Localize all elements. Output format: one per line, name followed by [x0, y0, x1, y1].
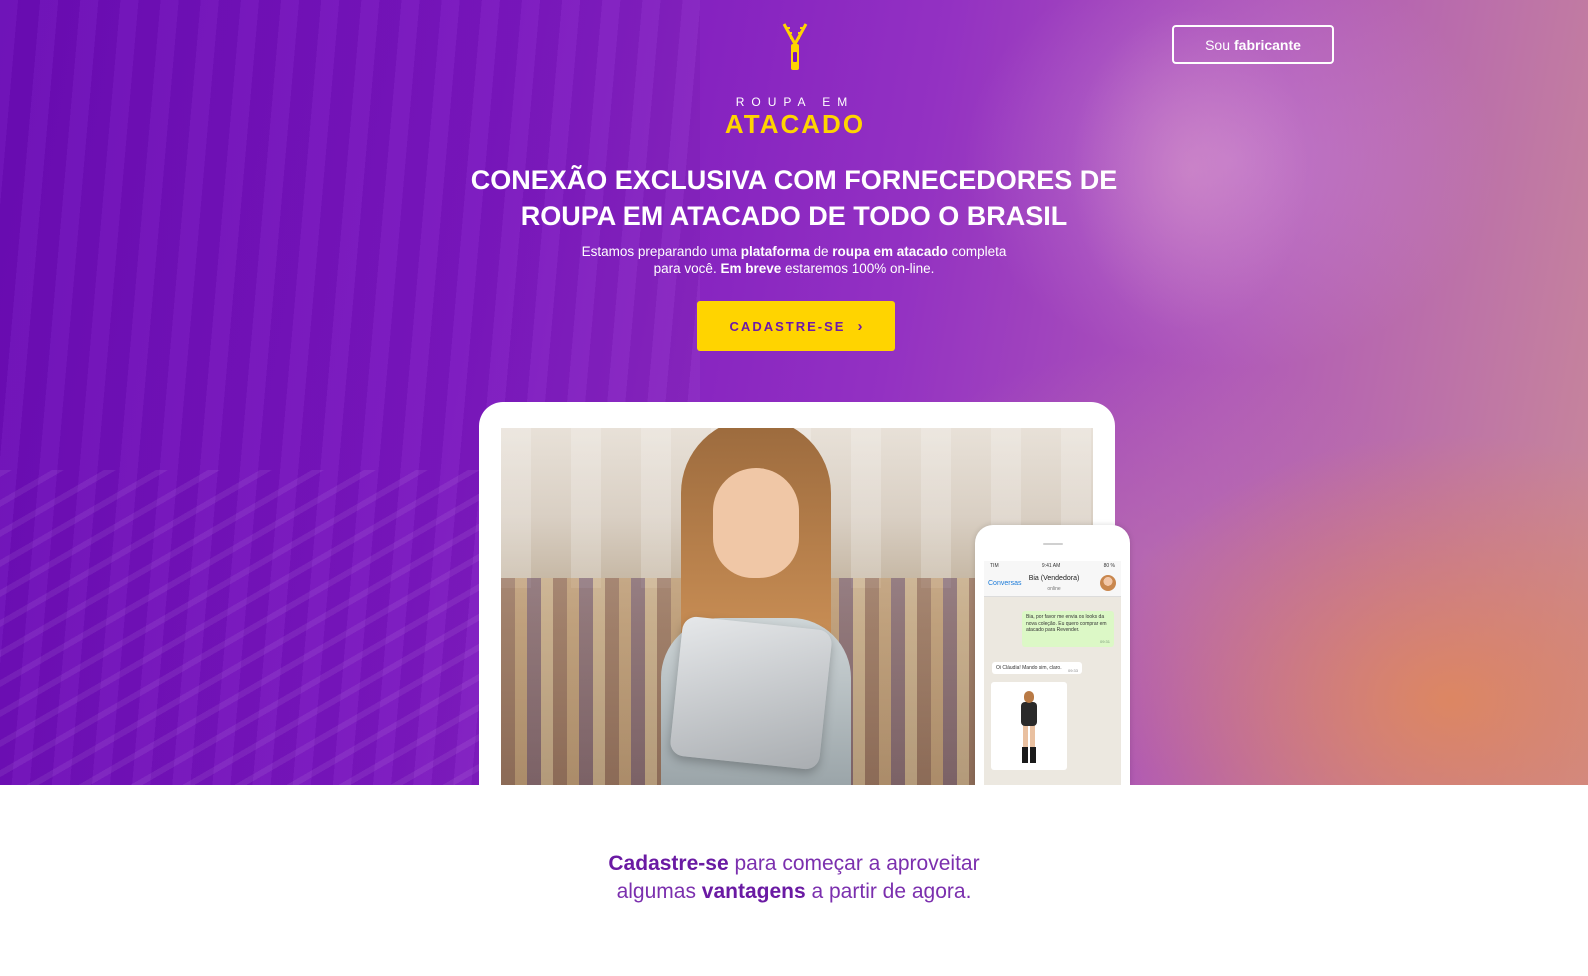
maker-button-bold: fabricante [1234, 36, 1301, 53]
incoming-message-time: 09:33 [1067, 668, 1078, 673]
headline-line-1: CONEXÃO EXCLUSIVA COM FORNECEDORES DE [400, 162, 1188, 198]
text-segment: Cadastre-se [608, 852, 729, 875]
outfit-photo [994, 685, 1064, 767]
benefits-intro-line-2: algumas vantagens a partir de agora. [494, 878, 1094, 906]
text-segment: ROUPA EM ATACADO [520, 201, 801, 231]
text-segment: Em breve [720, 261, 782, 276]
maker-button-prefix: Sou [1205, 36, 1230, 53]
text-segment: a partir de agora. [805, 880, 972, 903]
logo-top-text: ROUPA EM [735, 95, 855, 109]
model-face [713, 468, 799, 578]
text-segment: CONEXÃO [470, 165, 608, 195]
hangers-background [0, 470, 560, 785]
text-segment: DE [1072, 165, 1118, 195]
outgoing-message-text: Bia, por favor me envia os looks da nova… [1026, 614, 1107, 633]
hero-section: Sou fabricante ROUPA EM ATACADO CONEXÃO … [0, 0, 1588, 785]
chevron-right-icon: › [857, 317, 863, 335]
text-segment: para começar a aproveitar [728, 852, 980, 875]
text-segment: de [809, 244, 833, 259]
woman-with-tablet-photo [631, 428, 881, 785]
conversations-back-link: Conversas [988, 580, 1022, 587]
carrier-label: TIM [990, 563, 999, 569]
phone-mockup: TIM 9:41 AM 80 % Conversas Bia (Vendedor… [975, 525, 1130, 785]
subtitle: Estamos preparando uma plataforma de rou… [540, 243, 1048, 277]
text-segment: completa [947, 244, 1007, 259]
zipper-icon [782, 23, 808, 70]
phone-status-bar: TIM 9:41 AM 80 % [984, 561, 1121, 571]
chat-header: Conversas Bia (Vendedora) online [984, 571, 1121, 597]
text-segment: para você. [653, 261, 721, 276]
figure-head [1024, 691, 1034, 703]
outgoing-message: Bia, por favor me envia os looks da nova… [1022, 611, 1114, 647]
chat-screen: TIM 9:41 AM 80 % Conversas Bia (Vendedor… [984, 561, 1121, 785]
text-segment: algumas [616, 880, 702, 903]
contact-name: Bia (Vendedora) [1028, 575, 1080, 582]
text-segment: roupa em atacado [832, 244, 948, 259]
benefits-intro-line-1: Cadastre-se para começar a aproveitar [494, 850, 1094, 878]
text-segment: Estamos preparando uma [581, 244, 741, 259]
benefits-intro: Cadastre-se para começar a aproveitar al… [494, 850, 1094, 906]
signup-button-label: CADASTRE-SE [729, 318, 846, 334]
phone-speaker [1043, 543, 1063, 545]
outgoing-message-time: 09:31 [1099, 638, 1110, 644]
text-segment: BRASIL [966, 201, 1068, 231]
signup-button[interactable]: CADASTRE-SE › [697, 301, 895, 351]
text-segment: EXCLUSIVA COM [607, 165, 845, 195]
incoming-message-text: Oi Cláudia! Mando sim, claro. [996, 665, 1062, 671]
text-segment: plataforma [740, 244, 810, 259]
figure-outfit [1021, 702, 1037, 726]
photo-message [991, 682, 1067, 770]
incoming-message: Oi Cláudia! Mando sim, claro. 09:33 [992, 662, 1082, 674]
subtitle-line-1: Estamos preparando uma plataforma de rou… [540, 243, 1048, 260]
text-segment: DE TODO O [800, 201, 967, 231]
subtitle-line-2: para você. Em breve estaremos 100% on-li… [540, 260, 1048, 277]
status-time: 9:41 AM [1041, 563, 1061, 569]
text-segment: vantagens [701, 880, 806, 903]
logo-main-text: ATACADO [724, 109, 866, 139]
model-figure [1018, 691, 1040, 763]
headline: CONEXÃO EXCLUSIVA COM FORNECEDORES DE RO… [400, 162, 1188, 234]
battery-label: 80 % [1103, 563, 1115, 569]
handheld-tablet [669, 615, 833, 771]
figure-boots [1022, 747, 1036, 763]
contact-status: online [1047, 586, 1061, 592]
text-segment: FORNECEDORES [844, 165, 1073, 195]
avatar [1100, 575, 1116, 591]
text-segment: estaremos 100% on-line. [781, 261, 935, 276]
headline-line-2: ROUPA EM ATACADO DE TODO O BRASIL [400, 198, 1188, 234]
maker-button[interactable]: Sou fabricante [1172, 25, 1334, 64]
logo[interactable]: ROUPA EM ATACADO [700, 22, 890, 139]
